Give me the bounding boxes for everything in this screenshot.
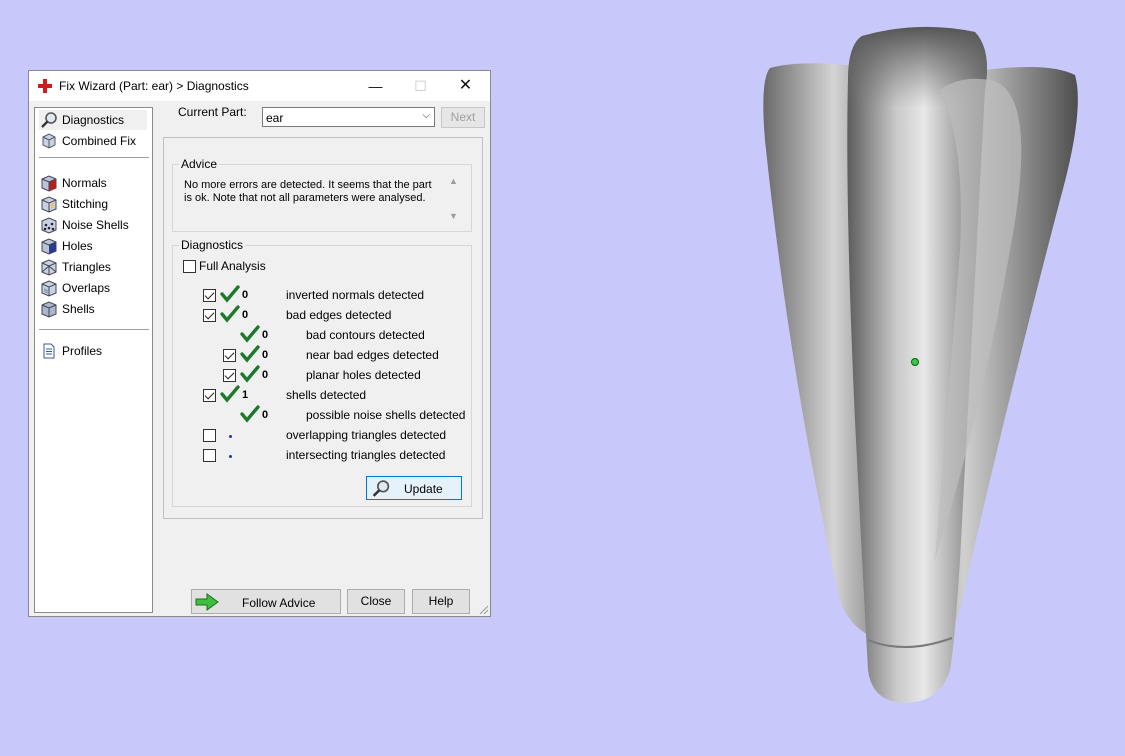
next-button[interactable]: Next	[441, 107, 485, 128]
green-check-icon	[240, 405, 260, 423]
shells-checkbox[interactable]	[203, 389, 216, 402]
nav-item-triangles[interactable]: Triangles	[39, 257, 147, 277]
maximize-button[interactable]: ☐	[398, 71, 443, 101]
green-check-icon	[240, 325, 260, 343]
green-check-icon	[220, 305, 240, 323]
not-analysed-dot-icon	[229, 435, 232, 438]
advice-scrollbar[interactable]: ▲ ▼	[445, 175, 462, 222]
scroll-down-icon[interactable]: ▼	[449, 211, 458, 221]
triangles-cube-icon	[41, 259, 57, 276]
inverted-normals-label: inverted normals detected	[286, 288, 425, 302]
planar-holes-checkbox[interactable]	[223, 369, 236, 382]
green-check-icon	[240, 365, 260, 383]
close-button[interactable]: Close	[347, 589, 405, 614]
shells-cube-icon	[41, 301, 57, 318]
nav-item-normals[interactable]: Normals	[39, 173, 147, 193]
shells-count: 1	[242, 389, 249, 401]
overlapping-triangles-checkbox[interactable]	[203, 429, 216, 442]
nav-item-combined-fix[interactable]: Combined Fix	[39, 131, 147, 151]
window-title: Fix Wizard (Part: ear) > Diagnostics	[59, 79, 249, 93]
shells-label: shells detected	[286, 388, 367, 402]
follow-advice-button[interactable]: Follow Advice	[191, 589, 341, 614]
near-bad-edges-label: near bad edges detected	[306, 348, 439, 362]
profiles-document-icon	[43, 343, 55, 359]
bad-edges-label: bad edges detected	[286, 308, 392, 322]
fix-wizard-window: Fix Wizard (Part: ear) > Diagnostics — ☐…	[28, 70, 491, 617]
follow-advice-label: Follow Advice	[242, 596, 316, 610]
full-analysis-label: Full Analysis	[199, 259, 266, 273]
advice-text: No more errors are detected. It seems th…	[184, 179, 432, 204]
green-check-icon	[220, 385, 240, 403]
help-button[interactable]: Help	[412, 589, 470, 614]
minimize-button[interactable]: —	[353, 71, 398, 101]
inverted-normals-checkbox[interactable]	[203, 289, 216, 302]
nav-item-profiles[interactable]: Profiles	[39, 341, 147, 361]
title-bar[interactable]: Fix Wizard (Part: ear) > Diagnostics — ☐…	[29, 71, 490, 101]
chevron-down-icon: ⌵	[422, 110, 430, 121]
diagnostics-title: Diagnostics	[179, 238, 246, 252]
bad-edges-checkbox[interactable]	[203, 309, 216, 322]
intersecting-triangles-checkbox[interactable]	[203, 449, 216, 462]
magnifier-icon	[41, 112, 57, 128]
planar-holes-count: 0	[262, 369, 269, 381]
nav-separator	[39, 329, 149, 330]
red-cross-icon	[38, 79, 52, 93]
magnifier-icon	[372, 480, 390, 497]
near-bad-edges-count: 0	[262, 349, 269, 361]
normals-cube-icon	[41, 175, 57, 192]
advice-title: Advice	[179, 157, 220, 171]
overlapping-triangles-label: overlapping triangles detected	[286, 428, 447, 442]
nav-item-noise-shells[interactable]: Noise Shells	[39, 215, 147, 235]
green-check-icon	[240, 345, 260, 363]
bad-edges-count: 0	[242, 309, 249, 321]
bad-contours-count: 0	[262, 329, 269, 341]
scroll-up-icon[interactable]: ▲	[449, 176, 458, 186]
nav-item-stitching[interactable]: Stitching	[39, 194, 147, 214]
not-analysed-dot-icon	[229, 455, 232, 458]
nav-item-shells[interactable]: Shells	[39, 299, 147, 319]
noise-shells-label: possible noise shells detected	[306, 408, 466, 422]
stitching-cube-icon	[41, 196, 57, 213]
noise-shells-count: 0	[262, 409, 269, 421]
current-part-label: Current Part:	[178, 105, 247, 119]
inverted-normals-count: 0	[242, 289, 249, 301]
selection-marker	[911, 358, 919, 366]
green-arrow-right-icon	[195, 593, 219, 611]
full-analysis-checkbox[interactable]	[183, 260, 196, 273]
update-label: Update	[404, 482, 443, 496]
bad-contours-label: bad contours detected	[306, 328, 425, 342]
close-window-button[interactable]: ✕	[443, 71, 488, 101]
noise-shells-icon	[41, 217, 57, 234]
update-button[interactable]: Update	[366, 476, 462, 500]
intersecting-triangles-label: intersecting triangles detected	[286, 448, 446, 462]
nav-separator	[39, 157, 149, 158]
nav-item-diagnostics[interactable]: Diagnostics	[39, 110, 147, 130]
nav-item-holes[interactable]: Holes	[39, 236, 147, 256]
current-part-select[interactable]: ear ⌵	[262, 107, 435, 127]
resize-grip-icon[interactable]	[478, 604, 489, 615]
combined-fix-icon	[42, 133, 56, 149]
nav-item-overlaps[interactable]: Overlaps	[39, 278, 147, 298]
overlaps-cube-icon	[41, 280, 57, 297]
planar-holes-label: planar holes detected	[306, 368, 421, 382]
wizard-nav-list: Diagnostics Combined Fix Normals Stitchi…	[34, 107, 153, 613]
near-bad-edges-checkbox[interactable]	[223, 349, 236, 362]
holes-cube-icon	[41, 238, 57, 255]
green-check-icon	[220, 285, 240, 303]
